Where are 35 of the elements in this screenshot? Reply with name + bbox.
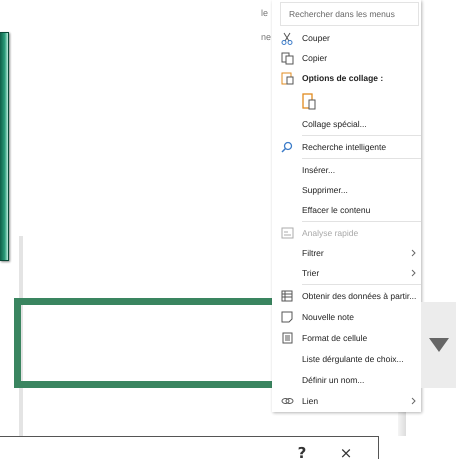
chevron-right-icon [411, 396, 417, 404]
menu-item[interactable]: Liste dérgulante de choix... [272, 348, 421, 369]
menu-item[interactable]: Copier [272, 48, 421, 68]
cell-text: le [261, 8, 268, 18]
format-icon [282, 332, 292, 344]
note-icon [281, 310, 293, 322]
chart-icon [280, 227, 294, 239]
menu-item[interactable]: Obtenir des données à partir... [272, 286, 421, 306]
menu-item[interactable]: Définir un nom... [272, 369, 421, 390]
copy-icon [280, 52, 294, 64]
clipboard-icon [280, 71, 294, 85]
menu-item[interactable]: Collage spécial... [272, 114, 421, 134]
menu-item[interactable]: Format de cellule [272, 327, 421, 348]
chevron-right-icon [411, 269, 417, 277]
cell-text: ne [261, 32, 272, 42]
menu-item[interactable]: Trier [272, 263, 421, 283]
menu-item[interactable]: Couper [272, 28, 421, 48]
clipboard-icon[interactable] [302, 92, 316, 110]
menu-item[interactable]: Supprimer... [272, 180, 421, 200]
menu-item[interactable]: Lien [272, 390, 421, 411]
close-button[interactable]: × [334, 443, 358, 459]
help-button[interactable]: ? [290, 443, 314, 459]
chevron-right-icon [411, 249, 417, 257]
search-field[interactable]: Rechercher dans les menus [280, 2, 419, 26]
menu-item[interactable]: Nouvelle note [272, 306, 421, 327]
menu-item[interactable]: Effacer le contenu [272, 200, 421, 220]
menu-item[interactable]: Insérer... [272, 160, 421, 180]
link-icon [280, 396, 294, 406]
search-icon [281, 141, 293, 153]
menu-item[interactable]: Recherche intelligente [272, 137, 421, 157]
scissors-icon [281, 32, 293, 44]
table-icon [281, 290, 293, 302]
menu-heading: Options de collage : [272, 68, 421, 88]
menu-item[interactable]: Filtrer [272, 243, 421, 263]
triangle-down-icon [428, 338, 448, 352]
